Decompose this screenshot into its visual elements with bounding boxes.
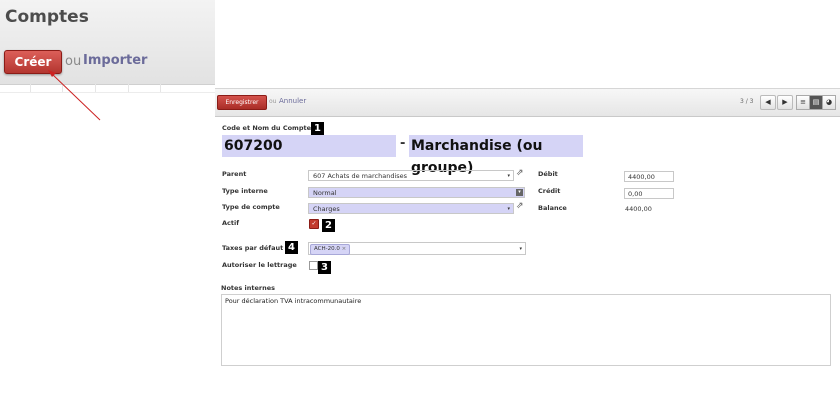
tax-tag: ACH-20.0 × xyxy=(310,244,351,255)
save-button[interactable]: Enregistrer xyxy=(217,95,267,110)
chevron-down-icon: ▾ xyxy=(507,173,510,179)
external-link-icon[interactable]: ⇗ xyxy=(516,168,524,178)
cancel-link[interactable]: Annuler xyxy=(279,97,306,105)
arrow-right-icon: ▶ xyxy=(782,98,788,106)
list-view-button[interactable]: ≡ xyxy=(796,95,810,110)
annotation-badge-2: 2 xyxy=(322,219,335,232)
parent-label: Parent xyxy=(222,170,247,178)
code-name-separator: - xyxy=(400,136,406,151)
taxes-label: Taxes par défaut xyxy=(222,244,284,252)
lettrage-label: Autoriser le lettrage xyxy=(222,261,297,269)
type-compte-label: Type de compte xyxy=(222,203,280,211)
debit-label: Débit xyxy=(538,170,558,178)
account-name-input[interactable]: Marchandise (ou groupe) xyxy=(409,135,583,176)
notes-label: Notes internes xyxy=(221,284,276,292)
form-view-icon: ▤ xyxy=(812,98,820,106)
type-interne-label: Type interne xyxy=(222,187,268,195)
pager-counter: 3 / 3 xyxy=(740,98,754,105)
chevron-down-icon: ▾ xyxy=(507,206,510,212)
graph-view-button[interactable]: ◕ xyxy=(822,95,836,110)
annotation-badge-3: 3 xyxy=(318,261,331,274)
actif-label: Actif xyxy=(222,219,240,227)
code-name-label: Code et Nom du Compte xyxy=(222,124,312,132)
type-compte-value: Charges xyxy=(313,205,340,213)
type-interne-select[interactable]: Normal ▾ xyxy=(308,187,525,198)
debit-input[interactable]: 4400,00 xyxy=(624,171,674,182)
actif-checkbox[interactable]: ✓ xyxy=(309,219,319,229)
credit-label: Crédit xyxy=(538,187,561,195)
previous-record-button[interactable]: ◀ xyxy=(760,95,776,110)
notes-text: Pour déclaration TVA intracommunautaire xyxy=(225,297,362,305)
balance-value: 4400,00 xyxy=(625,205,652,213)
type-compte-select[interactable]: Charges ▾ xyxy=(308,203,514,214)
annotation-badge-1: 1 xyxy=(311,122,324,135)
balance-label: Balance xyxy=(538,204,567,212)
arrow-left-icon: ◀ xyxy=(765,98,771,106)
tag-remove-icon[interactable]: × xyxy=(342,246,347,252)
credit-input[interactable]: 0,00 xyxy=(624,188,674,199)
or-text: ou xyxy=(269,98,277,105)
graph-view-icon: ◕ xyxy=(825,98,833,106)
parent-select[interactable]: 607 Achats de marchandises ▾ xyxy=(308,170,514,181)
chevron-down-icon: ▾ xyxy=(519,246,522,252)
annotation-badge-4: 4 xyxy=(285,241,298,254)
external-link-icon[interactable]: ⇗ xyxy=(516,201,524,211)
list-view-icon: ≡ xyxy=(800,98,806,106)
next-record-button[interactable]: ▶ xyxy=(777,95,793,110)
form-view-button[interactable]: ▤ xyxy=(809,95,823,110)
type-interne-value: Normal xyxy=(313,189,337,197)
lettrage-checkbox[interactable] xyxy=(309,261,318,270)
tax-tag-label: ACH-20.0 xyxy=(314,246,340,252)
parent-value: 607 Achats de marchandises xyxy=(313,172,408,180)
chevron-down-icon: ▾ xyxy=(516,189,523,196)
account-code-input[interactable]: 607200 xyxy=(222,135,396,157)
